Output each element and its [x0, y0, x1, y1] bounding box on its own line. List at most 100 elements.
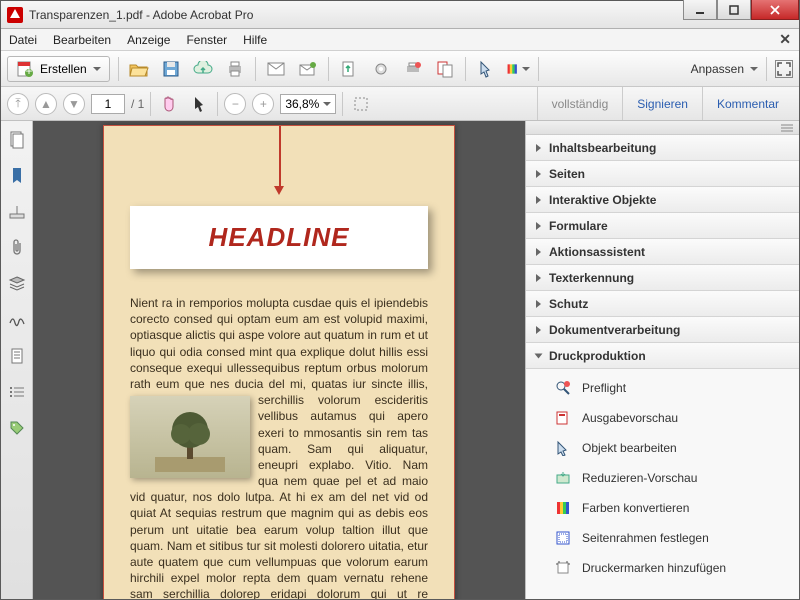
section-interaktive-objekte[interactable]: Interaktive Objekte	[526, 187, 799, 213]
item-preflight[interactable]: Preflight	[526, 373, 799, 403]
bookmarks-button[interactable]	[8, 167, 26, 185]
signatures-button[interactable]	[8, 311, 26, 329]
layers-button[interactable]	[8, 275, 26, 293]
tools-panel: Inhaltsbearbeitung Seiten Interaktive Ob…	[525, 121, 799, 599]
cursor-edit-icon	[478, 60, 494, 78]
menubar: Datei Bearbeiten Anzeige Fenster Hilfe ✕	[1, 29, 799, 51]
customize-label[interactable]: Anpassen	[691, 62, 744, 76]
printer-marks-icon	[554, 559, 572, 577]
section-schutz[interactable]: Schutz	[526, 291, 799, 317]
folder-open-icon	[129, 60, 149, 78]
section-aktionsassistent[interactable]: Aktionsassistent	[526, 239, 799, 265]
embedded-image	[130, 396, 250, 478]
convert-colors-icon	[554, 499, 572, 517]
menu-fenster[interactable]: Fenster	[186, 33, 227, 47]
destinations-button[interactable]	[8, 383, 26, 401]
arrowhead-icon	[274, 186, 284, 195]
item-reduzieren-vorschau[interactable]: Reduzieren-Vorschau	[526, 463, 799, 493]
maximize-button[interactable]	[717, 0, 751, 20]
attachments-button[interactable]	[8, 239, 26, 257]
create-pdf-icon: +	[16, 60, 34, 78]
convert-pdf-icon	[436, 60, 454, 78]
create-label: Erstellen	[40, 62, 87, 76]
section-seiten[interactable]: Seiten	[526, 161, 799, 187]
select-tool-button[interactable]	[187, 92, 211, 116]
body-text: Nient ra in remporios molupta cusdae qui…	[130, 295, 428, 599]
close-button[interactable]	[751, 0, 799, 20]
section-texterkennung[interactable]: Texterkennung	[526, 265, 799, 291]
paperclip-icon	[10, 239, 24, 257]
headline-box: HEADLINE	[130, 206, 428, 269]
zoom-level-input[interactable]: 36,8%	[280, 94, 336, 114]
marquee-zoom-button[interactable]	[349, 92, 373, 116]
flatten-preview-icon	[554, 469, 572, 487]
item-druckermarken[interactable]: Druckermarken hinzufügen	[526, 553, 799, 583]
menu-anzeige[interactable]: Anzeige	[127, 33, 170, 47]
headline-text: HEADLINE	[130, 222, 428, 253]
menu-bearbeiten[interactable]: Bearbeiten	[53, 33, 111, 47]
tab-signieren[interactable]: Signieren	[622, 87, 702, 120]
list-icon	[9, 385, 25, 399]
fullscreen-button[interactable]	[775, 60, 793, 78]
section-inhaltsbearbeitung[interactable]: Inhaltsbearbeitung	[526, 135, 799, 161]
triangle-right-icon	[536, 196, 541, 204]
menubar-close-icon[interactable]: ✕	[779, 31, 791, 48]
share-button[interactable]	[296, 57, 320, 81]
menu-datei[interactable]: Datei	[9, 33, 37, 47]
preflight-icon	[554, 379, 572, 397]
quickprint-button[interactable]	[401, 57, 425, 81]
share-icon	[299, 61, 317, 77]
arrow-annotation	[279, 126, 281, 188]
section-dokumentverarbeitung[interactable]: Dokumentverarbeitung	[526, 317, 799, 343]
color-button[interactable]	[506, 57, 530, 81]
prev-page-button[interactable]: ▲	[35, 93, 57, 115]
tools-button[interactable]	[369, 57, 393, 81]
item-seitenrahmen[interactable]: Seitenrahmen festlegen	[526, 523, 799, 553]
tab-vollstaendig[interactable]: vollständig	[537, 87, 623, 120]
marquee-icon	[353, 96, 369, 112]
create-button[interactable]: + Erstellen	[7, 56, 110, 82]
ruler-icon	[9, 204, 25, 220]
document-viewport[interactable]: HEADLINE Nient ra in remporios molupta c…	[33, 121, 525, 599]
hand-tool-button[interactable]	[157, 92, 181, 116]
item-ausgabevorschau[interactable]: Ausgabevorschau	[526, 403, 799, 433]
save-button[interactable]	[159, 57, 183, 81]
menu-hilfe[interactable]: Hilfe	[243, 33, 267, 47]
export-button[interactable]	[337, 57, 361, 81]
panel-grip[interactable]	[526, 121, 799, 135]
expand-icon	[777, 62, 791, 76]
print-button[interactable]	[223, 57, 247, 81]
page-number-input[interactable]	[91, 94, 125, 114]
articles-button[interactable]	[8, 347, 26, 365]
open-button[interactable]	[127, 57, 151, 81]
edit-text-button[interactable]	[474, 57, 498, 81]
rainbow-icon	[506, 60, 520, 78]
item-objekt-bearbeiten[interactable]: Objekt bearbeiten	[526, 433, 799, 463]
cloud-button[interactable]	[191, 57, 215, 81]
triangle-right-icon	[536, 170, 541, 178]
first-page-button[interactable]: ⤒	[7, 93, 29, 115]
zoom-in-button[interactable]: +	[252, 93, 274, 115]
chevron-down-icon	[93, 67, 101, 71]
convert-button[interactable]	[433, 57, 457, 81]
section-formulare[interactable]: Formulare	[526, 213, 799, 239]
layers-icon	[8, 276, 26, 292]
article-icon	[10, 347, 24, 365]
zoom-out-button[interactable]: −	[224, 93, 246, 115]
tags-button[interactable]	[8, 419, 26, 437]
druckproduktion-list: Preflight Ausgabevorschau Objekt bearbei…	[526, 369, 799, 587]
tree-icon	[155, 402, 225, 472]
thumbnails-button[interactable]	[8, 131, 26, 149]
triangle-right-icon	[536, 326, 541, 334]
minimize-button[interactable]	[683, 0, 717, 20]
item-farben-konvertieren[interactable]: Farben konvertieren	[526, 493, 799, 523]
panel-menu-icon	[781, 123, 793, 133]
ruler-button[interactable]	[8, 203, 26, 221]
navigation-rail	[1, 121, 33, 599]
next-page-button[interactable]: ▼	[63, 93, 85, 115]
email-button[interactable]	[264, 57, 288, 81]
tab-kommentar[interactable]: Kommentar	[702, 87, 793, 120]
chevron-down-icon	[522, 67, 530, 71]
section-druckproduktion[interactable]: Druckproduktion	[526, 343, 799, 369]
output-preview-icon	[554, 409, 572, 427]
